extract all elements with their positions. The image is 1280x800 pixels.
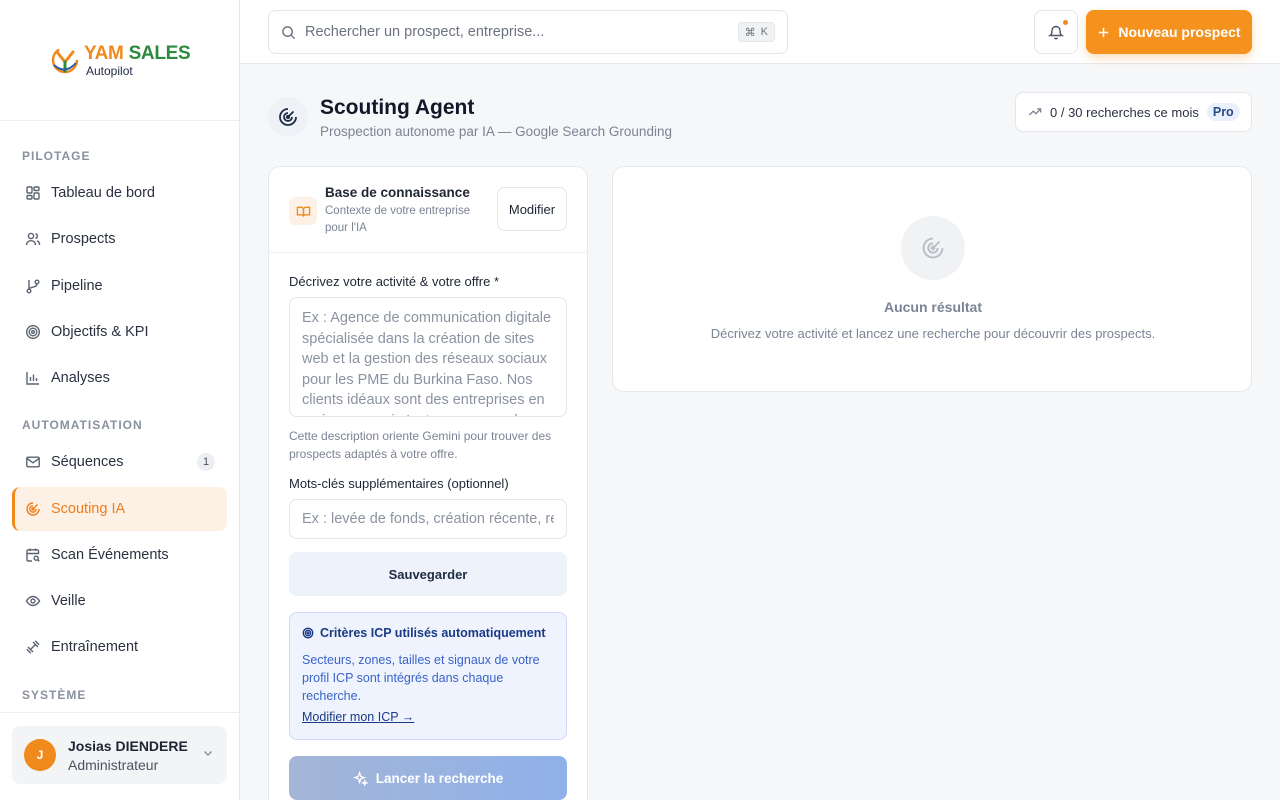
users-icon <box>24 230 42 248</box>
bar-chart-icon <box>24 369 42 387</box>
topbar: ⌘ K Nouveau prospect <box>240 0 1280 64</box>
git-branch-icon <box>24 277 42 295</box>
eye-icon <box>24 592 42 610</box>
empty-state-title: Aucun résultat <box>883 299 982 315</box>
sidebar-item-scan-evenements[interactable]: Scan Événements <box>12 533 227 577</box>
section-label-automatisation: AUTOMATISATION <box>22 418 143 432</box>
sidebar-item-veille[interactable]: Veille <box>12 579 227 623</box>
divider <box>0 712 240 713</box>
sidebar-item-objectifs-kpi[interactable]: Objectifs & KPI <box>12 310 227 354</box>
knowledge-base-description: Contexte de votre entreprise pour l'IA <box>325 205 471 234</box>
knowledge-base-title: Base de connaissance <box>325 185 470 200</box>
user-name: Josias DIENDERE <box>68 737 188 754</box>
shortcut-key: K <box>760 26 768 38</box>
notifications-button[interactable] <box>1034 10 1078 54</box>
activity-hint: Cette description oriente Gemini pour tr… <box>289 429 552 461</box>
plus-icon <box>1097 26 1110 39</box>
search-bar[interactable]: ⌘ K <box>268 10 788 54</box>
sidebar-item-label: Veille <box>51 593 86 609</box>
sidebar-item-tableau-de-bord[interactable]: Tableau de bord <box>12 171 227 215</box>
results-panel: Aucun résultat Décrivez votre activité e… <box>612 166 1252 392</box>
brand-logo[interactable]: YAM SALES Autopilot <box>0 0 239 121</box>
scouting-form-panel: Base de connaissance Contexte de votre e… <box>268 166 588 800</box>
target-icon <box>24 323 42 341</box>
mail-icon <box>24 453 42 471</box>
sidebar: YAM SALES Autopilot PILOTAGE Tableau de … <box>0 0 240 800</box>
sidebar-item-label: Prospects <box>51 231 116 247</box>
brand-mark-icon <box>48 43 82 77</box>
modify-knowledge-base-button[interactable]: Modifier <box>497 187 567 231</box>
launch-search-label: Lancer la recherche <box>375 770 504 786</box>
page-subtitle: Prospection autonome par IA — Google Sea… <box>320 124 672 139</box>
knowledge-base-header: Base de connaissance Contexte de votre e… <box>269 167 587 253</box>
icp-info-box: Critères ICP utilisés automatiquement Se… <box>289 612 567 740</box>
sidebar-item-pipeline[interactable]: Pipeline <box>12 264 227 308</box>
icp-description: Secteurs, zones, tailles et signaux de v… <box>302 653 540 703</box>
radar-icon <box>268 97 308 137</box>
sidebar-item-analyses[interactable]: Analyses <box>12 356 227 400</box>
search-quota: 0 / 30 recherches ce mois Pro <box>1015 92 1252 132</box>
bell-icon <box>1048 24 1064 40</box>
radar-icon <box>901 216 965 280</box>
icp-title: Critères ICP utilisés automatiquement <box>302 626 546 640</box>
new-prospect-button[interactable]: Nouveau prospect <box>1086 10 1252 54</box>
sidebar-item-sequences[interactable]: Séquences 1 <box>12 440 227 484</box>
user-menu[interactable]: J Josias DIENDERE Administrateur <box>12 726 227 784</box>
user-role: Administrateur <box>68 756 159 773</box>
sidebar-item-label: Tableau de bord <box>51 185 155 201</box>
modify-icp-link[interactable]: Modifier mon ICP → <box>302 710 414 724</box>
quota-text: 0 / 30 recherches ce mois <box>1050 104 1199 120</box>
radar-icon <box>24 500 42 518</box>
sidebar-item-label: Pipeline <box>51 278 103 294</box>
empty-state-description: Décrivez votre activité et lancez une re… <box>710 326 1156 341</box>
brand-name: YAM SALES <box>84 42 191 64</box>
activity-textarea[interactable]: Ex : Agence de communication digitale sp… <box>289 297 567 417</box>
sidebar-item-label: Entraînement <box>51 639 139 655</box>
sidebar-item-label: Scouting IA <box>51 501 126 517</box>
avatar: J <box>24 739 56 771</box>
command-key-icon: ⌘ <box>744 26 756 39</box>
icp-title-text: Critères ICP utilisés automatiquement <box>320 626 546 640</box>
section-label-systeme: SYSTÈME <box>22 688 87 702</box>
section-label-pilotage: PILOTAGE <box>22 149 91 163</box>
dumbbell-icon <box>24 638 42 656</box>
sparkles-icon <box>352 770 368 786</box>
sidebar-item-label: Analyses <box>51 370 110 386</box>
sidebar-item-label: Séquences <box>51 454 124 470</box>
search-icon <box>281 25 296 40</box>
shortcut-hint: ⌘ K <box>737 22 775 42</box>
keywords-label: Mots-clés supplémentaires (optionnel) <box>289 476 509 491</box>
chevron-down-icon <box>201 746 215 765</box>
sidebar-item-label: Scan Événements <box>51 547 169 563</box>
book-open-icon <box>289 197 317 225</box>
plan-badge: Pro <box>1206 103 1240 121</box>
save-button[interactable]: Sauvegarder <box>289 552 567 596</box>
trending-up-icon <box>1028 105 1042 119</box>
calendar-search-icon <box>24 546 42 564</box>
dashboard-icon <box>24 184 42 202</box>
sidebar-item-entrainement[interactable]: Entraînement <box>12 625 227 669</box>
launch-search-button[interactable]: Lancer la recherche <box>289 756 567 800</box>
brand-subtitle: Autopilot <box>86 63 133 78</box>
search-input[interactable] <box>305 24 725 40</box>
page-title: Scouting Agent <box>320 96 475 119</box>
sidebar-item-prospects[interactable]: Prospects <box>12 217 227 261</box>
sequences-count-badge: 1 <box>197 453 215 471</box>
target-icon <box>302 627 314 639</box>
notification-dot <box>1063 20 1068 25</box>
new-prospect-label: Nouveau prospect <box>1118 24 1241 40</box>
activity-label: Décrivez votre activité & votre offre * <box>289 274 500 289</box>
keywords-input[interactable] <box>289 499 567 539</box>
sidebar-item-scouting-ia[interactable]: Scouting IA <box>12 487 227 531</box>
sidebar-item-label: Objectifs & KPI <box>51 324 149 340</box>
